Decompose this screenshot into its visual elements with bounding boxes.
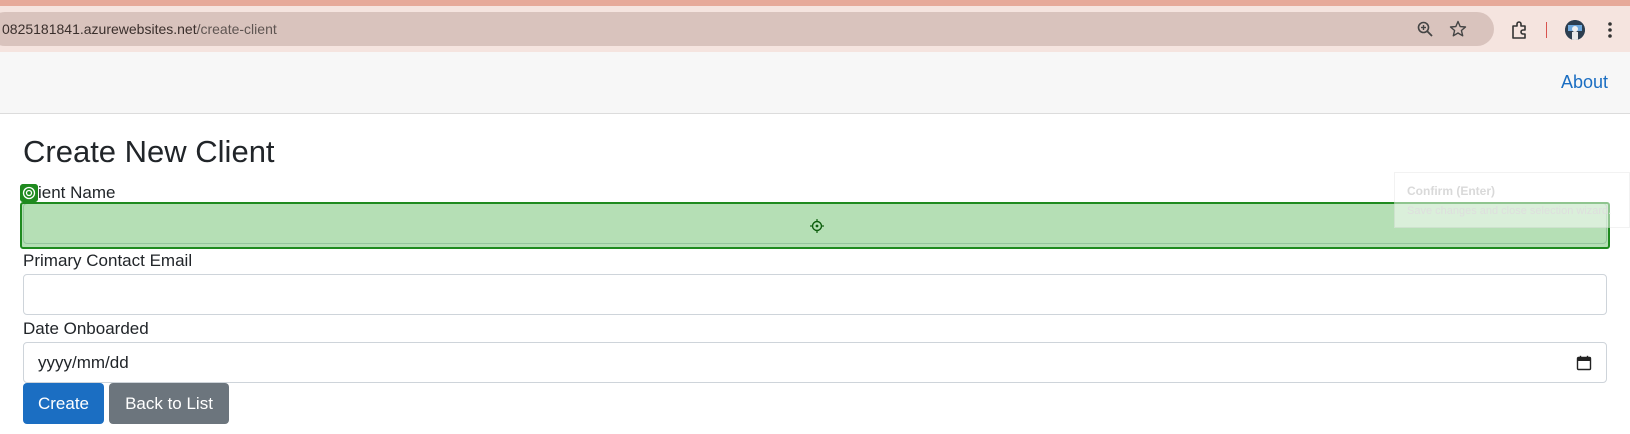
crosshair-target-icon (810, 219, 824, 233)
app-navbar: About (0, 52, 1630, 114)
confirm-tooltip: Confirm (Enter) Save changes and close s… (1394, 172, 1630, 228)
zoom-icon[interactable] (1416, 20, 1434, 38)
page-title: Create New Client (23, 134, 275, 169)
calendar-icon[interactable] (1576, 355, 1592, 371)
date-placeholder: yyyy/mm/dd (38, 352, 129, 372)
date-onboarded-label: Date Onboarded (23, 319, 149, 338)
url-text[interactable]: 0825181841.azurewebsites.net/create-clie… (2, 21, 277, 37)
browser-toolbar: 0825181841.azurewebsites.net/create-clie… (0, 6, 1630, 52)
toolbar-divider (1546, 22, 1547, 38)
date-onboarded-input[interactable]: yyyy/mm/dd (23, 342, 1607, 383)
tooltip-title: Confirm (Enter) (1407, 184, 1495, 198)
nav-link-about[interactable]: About (1561, 72, 1608, 93)
selection-badge-icon (20, 184, 38, 202)
primary-contact-email-input[interactable] (23, 274, 1607, 315)
create-button[interactable]: Create (23, 383, 104, 424)
client-name-label: ient Name (38, 183, 116, 202)
tooltip-description: Save changes and close selection wizard. (1407, 205, 1612, 217)
bookmark-star-icon[interactable] (1449, 20, 1467, 38)
back-to-list-button[interactable]: Back to List (109, 383, 229, 424)
url-path: /create-client (196, 21, 277, 37)
primary-contact-email-label: Primary Contact Email (23, 251, 193, 270)
extensions-icon[interactable] (1509, 20, 1529, 40)
kebab-menu-icon[interactable] (1604, 20, 1616, 40)
address-bar[interactable]: 0825181841.azurewebsites.net/create-clie… (0, 12, 1494, 46)
url-host: 0825181841.azurewebsites.net (2, 21, 197, 37)
profile-avatar-icon[interactable] (1565, 20, 1585, 40)
